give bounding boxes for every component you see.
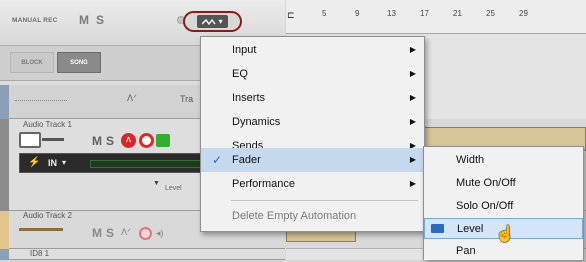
- menu-item-label: Solo On/Off: [456, 200, 514, 212]
- menu-item-eq[interactable]: EQ ▶: [201, 62, 424, 86]
- input-caret-icon: ▾: [62, 158, 67, 167]
- submenu-arrow-icon: ▶: [409, 179, 416, 188]
- menu-item-fader[interactable]: ✓ Fader ▶: [201, 148, 424, 172]
- mute-button[interactable]: M: [92, 226, 102, 240]
- song-mode-button[interactable]: SONG: [57, 52, 101, 73]
- lane-caret-icon: ▼: [153, 180, 160, 187]
- submenu-arrow-icon: ▶: [409, 93, 416, 102]
- submenu-item-level[interactable]: Level ☝: [424, 218, 583, 243]
- menu-item-label: Inserts: [232, 92, 266, 104]
- waveform-icon: [19, 132, 41, 148]
- submenu-item-mute[interactable]: Mute On/Off: [424, 173, 583, 194]
- automation-level-icon: [431, 224, 444, 233]
- submenu-arrow-icon: ▶: [409, 117, 416, 126]
- ruler-bar-number: 5: [322, 9, 327, 18]
- check-icon: ✓: [212, 153, 223, 167]
- mute-button[interactable]: M: [92, 134, 102, 148]
- menu-item-label: EQ: [232, 68, 248, 80]
- track-color-stripe: [0, 211, 9, 249]
- automation-mini-icon: ᐱᐟ: [127, 93, 137, 103]
- fader-submenu: Width Mute On/Off Solo On/Off Level ☝ Pa…: [423, 146, 584, 260]
- lane-level-label: Level: [165, 185, 182, 192]
- menu-item-inserts[interactable]: Inserts ▶: [201, 86, 424, 110]
- submenu-arrow-icon: ▶: [409, 155, 416, 164]
- menu-item-label: Delete Empty Automation: [232, 210, 357, 222]
- submenu-arrow-icon: ▶: [409, 69, 416, 78]
- timeline-ruler[interactable]: ⊏ 5 9 13 17 21 25 29: [286, 0, 586, 34]
- submenu-item-solo[interactable]: Solo On/Off: [424, 196, 583, 217]
- record-arm-button[interactable]: [139, 227, 152, 240]
- mute-all-button[interactable]: M: [79, 13, 89, 27]
- menu-item-dynamics[interactable]: Dynamics ▶: [201, 110, 424, 134]
- track-header[interactable]: ID8 1: [0, 249, 285, 260]
- menu-item-input[interactable]: Input ▶: [201, 38, 424, 62]
- track-name[interactable]: Audio Track 1: [23, 120, 72, 129]
- track-name[interactable]: ID8 1: [30, 249, 49, 258]
- menu-item-label: Mute On/Off: [456, 177, 516, 189]
- record-arm-button[interactable]: [139, 133, 154, 148]
- input-select[interactable]: IN: [48, 158, 57, 168]
- automation-menu: Input ▶ EQ ▶ Inserts ▶ Dynamics ▶ Sends …: [200, 36, 425, 232]
- menu-item-label: Fader: [232, 154, 261, 166]
- menu-divider: [231, 200, 418, 201]
- automation-mini-icon[interactable]: ᐱᐟ: [121, 227, 131, 238]
- automation-caret-icon: ▾: [218, 17, 223, 26]
- automation-record-icon[interactable]: ᐱ: [121, 133, 136, 148]
- ruler-strip-label: Tra: [180, 94, 194, 104]
- audio-wave-line-icon: [42, 138, 64, 141]
- track-color-stripe: [0, 249, 9, 260]
- ruler-bar-number: 25: [486, 9, 495, 18]
- menu-item-label: Level: [457, 223, 484, 235]
- monitor-speaker-icon[interactable]: ◂): [156, 228, 164, 239]
- ruler-stripe: [0, 85, 9, 119]
- automation-wave-icon: ▾: [197, 15, 228, 28]
- solo-button[interactable]: S: [106, 226, 114, 240]
- automation-button[interactable]: ▾: [183, 11, 242, 32]
- menu-item-label: Dynamics: [232, 116, 281, 128]
- menu-item-label: Pan: [456, 245, 476, 257]
- audio-wave-line-icon: [19, 228, 63, 231]
- submenu-item-pan[interactable]: Pan: [424, 241, 583, 262]
- submenu-item-width[interactable]: Width: [424, 150, 583, 171]
- block-mode-button[interactable]: BLOCK: [10, 52, 54, 73]
- solo-button[interactable]: S: [106, 134, 114, 148]
- track-name[interactable]: Audio Track 2: [23, 211, 72, 220]
- ruler-bar-number: 13: [387, 9, 396, 18]
- menu-item-label: Input: [232, 44, 257, 56]
- menu-item-label: Performance: [232, 178, 295, 190]
- solo-all-button[interactable]: S: [96, 13, 104, 27]
- input-plug-icon: ⚡: [28, 157, 41, 168]
- menu-item-label: Width: [456, 154, 485, 166]
- manual-rec-button[interactable]: MANUAL REC: [12, 17, 58, 24]
- submenu-arrow-icon: ▶: [409, 45, 416, 54]
- monitor-speaker-icon[interactable]: [156, 134, 170, 147]
- menu-item-delete-empty-automation: Delete Empty Automation: [201, 204, 424, 228]
- ruler-bar-number: 21: [453, 9, 462, 18]
- ruler-bar-number: 17: [420, 9, 429, 18]
- loop-marker-icon[interactable]: ⊏: [287, 10, 295, 21]
- ruler-bar-number: 9: [355, 9, 360, 18]
- mini-ruler-icon: [15, 94, 67, 101]
- menu-item-performance[interactable]: Performance ▶: [201, 172, 424, 196]
- ruler-bar-number: 29: [519, 9, 528, 18]
- track-color-stripe: [0, 119, 9, 211]
